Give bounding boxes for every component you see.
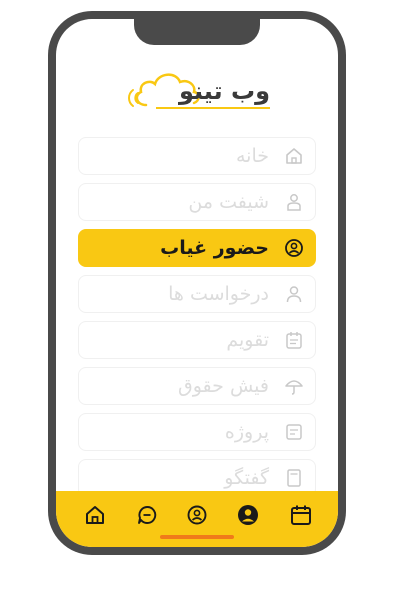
phone-notch <box>134 19 260 45</box>
project-icon <box>283 421 305 443</box>
calendar-icon[interactable] <box>289 503 313 527</box>
menu-item-label: فیش حقوق <box>178 375 269 397</box>
menu-item-my-shift[interactable]: شیفت من <box>78 183 316 221</box>
phone-frame: وب تینو خانه شیفت من حضور غیاب درخواست ه… <box>48 11 346 555</box>
brand-name: وب تینو <box>178 77 270 105</box>
face-id-icon[interactable] <box>185 503 209 527</box>
brand-logo: وب تینو <box>128 65 278 115</box>
menu-item-label: خانه <box>235 145 269 167</box>
menu-item-label: گفتگو <box>224 467 269 489</box>
menu-item-label: حضور غیاب <box>160 237 269 259</box>
chat-icon[interactable] <box>135 503 159 527</box>
menu-item-home[interactable]: خانه <box>78 137 316 175</box>
menu-item-project[interactable]: پروژه <box>78 413 316 451</box>
face-id-icon <box>283 237 305 259</box>
profile-icon[interactable] <box>236 503 260 527</box>
menu-item-label: تقویم <box>226 329 269 351</box>
phone-screen: وب تینو خانه شیفت من حضور غیاب درخواست ه… <box>56 19 338 547</box>
menu-item-calendar[interactable]: تقویم <box>78 321 316 359</box>
menu-item-label: شیفت من <box>188 191 269 213</box>
umbrella-icon <box>283 375 305 397</box>
home-icon[interactable] <box>83 503 107 527</box>
menu-item-attendance[interactable]: حضور غیاب <box>78 229 316 267</box>
calendar-icon <box>283 329 305 351</box>
bottom-nav-bar <box>56 491 338 547</box>
user-icon <box>283 283 305 305</box>
home-icon <box>283 145 305 167</box>
menu-item-label: درخواست ها <box>168 283 269 305</box>
menu-item-payslip[interactable]: فیش حقوق <box>78 367 316 405</box>
user-shift-icon <box>283 191 305 213</box>
home-indicator[interactable] <box>160 535 234 539</box>
menu-item-requests[interactable]: درخواست ها <box>78 275 316 313</box>
menu-item-label: پروژه <box>224 421 269 443</box>
chat-doc-icon <box>283 467 305 489</box>
